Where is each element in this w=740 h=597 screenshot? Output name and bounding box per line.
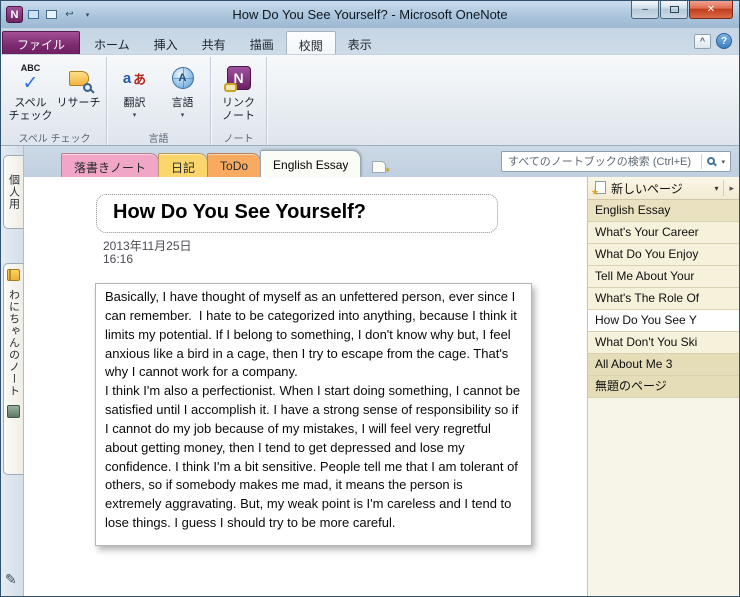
content-column: 落書きノート 日記 ToDo English Essay ✶ ▾ H (24, 146, 739, 596)
undo-icon[interactable]: ↩ (62, 7, 77, 22)
ribbon-tab-bar: ファイル ホーム 挿入 共有 描画 校閲 表示 ^ ? (1, 28, 739, 54)
section-tab-english-essay[interactable]: English Essay (260, 150, 362, 177)
group-buttons: ABC ✓ スペル チェック リサーチ (7, 58, 102, 129)
globe-icon: A (159, 61, 206, 95)
ribbon-right-controls: ^ ? (694, 33, 732, 49)
tab-draw[interactable]: 描画 (238, 31, 286, 54)
section-tab-bar: 落書きノート 日記 ToDo English Essay ✶ ▾ (24, 146, 739, 177)
page-tab[interactable]: Tell Me About Your (588, 266, 739, 288)
page-tabs-panel-background (588, 398, 739, 596)
main-area: How Do You See Yourself? 2013年11月25日 16:… (24, 177, 739, 596)
tab-file[interactable]: ファイル (2, 31, 81, 54)
language-label: 言語 (171, 97, 194, 109)
section-tab-doodle[interactable]: 落書きノート (61, 153, 160, 177)
ribbon-group-language: a あ 翻訳 ▾ A 言語 ▾ 言語 (107, 57, 211, 145)
page-canvas[interactable]: How Do You See Yourself? 2013年11月25日 16:… (24, 177, 587, 596)
translate-label: 翻訳 (123, 97, 146, 109)
page-tab[interactable]: 無題のページ (588, 376, 739, 398)
new-page-icon: ★ (591, 181, 606, 197)
tab-review[interactable]: 校閲 (285, 31, 336, 54)
notebook-tab-wanichan[interactable]: わにちゃんのノート (3, 263, 23, 475)
new-section-button[interactable]: ✶ (364, 156, 394, 177)
page-tab[interactable]: What Don't You Ski (588, 332, 739, 354)
research-icon (55, 61, 102, 95)
spell-check-icon: ABC ✓ (20, 63, 41, 94)
note-text-container[interactable]: Basically, I have thought of myself as a… (95, 283, 532, 546)
onenote-window: N ↩ ▾ How Do You See Yourself? - Microso… (0, 0, 740, 597)
section-tab-todo[interactable]: ToDo (207, 153, 262, 177)
ribbon-group-notes: N リンク ノート ノート (211, 57, 267, 145)
minimize-button[interactable]: – (631, 1, 659, 19)
chevron-down-icon: ▾ (132, 111, 137, 119)
star-icon: ★ (591, 187, 600, 197)
linked-notes-label: リンク ノート (222, 97, 255, 122)
ribbon-group-spelling: ABC ✓ スペル チェック リサーチ スペル チェック (3, 57, 107, 145)
tab-insert[interactable]: 挿入 (142, 31, 190, 54)
page-tab-current[interactable]: How Do You See Y (588, 310, 739, 332)
chevron-down-icon: ▾ (180, 111, 185, 119)
page-title[interactable]: How Do You See Yourself? (96, 194, 498, 233)
notebook-closed-icon (7, 405, 20, 418)
new-page-button[interactable]: ★ 新しいページ ▾ ▸ (588, 177, 739, 200)
page-tab[interactable]: What Do You Enjoy (588, 244, 739, 266)
search-icon[interactable] (707, 156, 716, 165)
maximize-button[interactable] (660, 1, 688, 19)
collapse-page-tabs-icon[interactable]: ▸ (729, 183, 734, 194)
translate-icon: a あ (122, 69, 147, 87)
search-divider (701, 154, 703, 169)
tab-home[interactable]: ホーム (82, 31, 142, 54)
section-tab-diary[interactable]: 日記 (158, 153, 209, 177)
group-buttons: N リンク ノート (215, 58, 262, 129)
pencil-icon[interactable]: ✎ (5, 571, 17, 588)
minimize-ribbon-icon[interactable]: ^ (694, 33, 711, 49)
spell-check-label: スペル チェック (8, 97, 53, 122)
dock-to-desktop-icon[interactable] (44, 7, 59, 22)
titlebar: N ↩ ▾ How Do You See Yourself? - Microso… (1, 1, 739, 28)
workspace: 個人用 わにちゃんのノート ✎ 落書きノート 日記 ToDo English E… (1, 146, 739, 596)
tab-share[interactable]: 共有 (190, 31, 238, 54)
notebook-search-box[interactable]: ▾ (501, 151, 731, 172)
tab-view[interactable]: 表示 (336, 31, 384, 54)
linked-notes-button[interactable]: N リンク ノート (215, 58, 262, 129)
new-page-label: 新しいページ (611, 181, 683, 196)
notebook-tab-personal[interactable]: 個人用 (3, 155, 23, 229)
search-input[interactable] (508, 155, 699, 168)
star-icon: ✶ (383, 165, 392, 175)
notebook-rail: 個人用 わにちゃんのノート ✎ (1, 146, 24, 596)
window-controls: – ✕ (630, 1, 733, 19)
notebook-tab-label: 個人用 (7, 174, 20, 210)
full-page-view-icon[interactable] (26, 7, 41, 22)
notebook-tab-label: わにちゃんのノート (7, 289, 20, 397)
help-icon[interactable]: ? (716, 33, 732, 49)
page-tab[interactable]: English Essay (588, 200, 739, 222)
ribbon: ABC ✓ スペル チェック リサーチ スペル チェック a あ 翻訳 ▾ A … (1, 54, 739, 146)
onenote-app-icon[interactable]: N (6, 6, 23, 23)
new-page-dropdown-icon[interactable]: ▾ (714, 184, 718, 193)
language-button[interactable]: A 言語 ▾ (159, 58, 206, 129)
linked-notes-icon: N (215, 61, 262, 95)
page-tab[interactable]: What's Your Career (588, 222, 739, 244)
page-tab[interactable]: All About Me 3 (588, 354, 739, 376)
page-time: 16:16 (103, 252, 134, 266)
group-label-notes: ノート (223, 134, 254, 145)
page-tabs-panel: ★ 新しいページ ▾ ▸ English Essay What's Your C… (587, 177, 739, 596)
close-button[interactable]: ✕ (689, 1, 733, 19)
maximize-icon (669, 6, 679, 13)
search-scope-dropdown-icon[interactable]: ▾ (721, 158, 726, 166)
window-glyph (46, 10, 57, 19)
translate-button[interactable]: a あ 翻訳 ▾ (111, 58, 158, 129)
qat-customize-arrow-icon[interactable]: ▾ (80, 7, 95, 22)
research-button[interactable]: リサーチ (55, 58, 102, 129)
quick-access-toolbar: N ↩ ▾ (6, 6, 95, 23)
window-glyph (28, 10, 39, 19)
page-tab[interactable]: What's The Role Of (588, 288, 739, 310)
spell-check-button[interactable]: ABC ✓ スペル チェック (7, 58, 54, 129)
group-label-language: 言語 (148, 134, 169, 145)
research-label: リサーチ (56, 97, 101, 109)
notebook-icon (7, 269, 20, 281)
group-label-spelling: スペル チェック (18, 134, 91, 145)
window-title: How Do You See Yourself? - Microsoft One… (232, 7, 508, 22)
group-buttons: a あ 翻訳 ▾ A 言語 ▾ (111, 58, 206, 129)
